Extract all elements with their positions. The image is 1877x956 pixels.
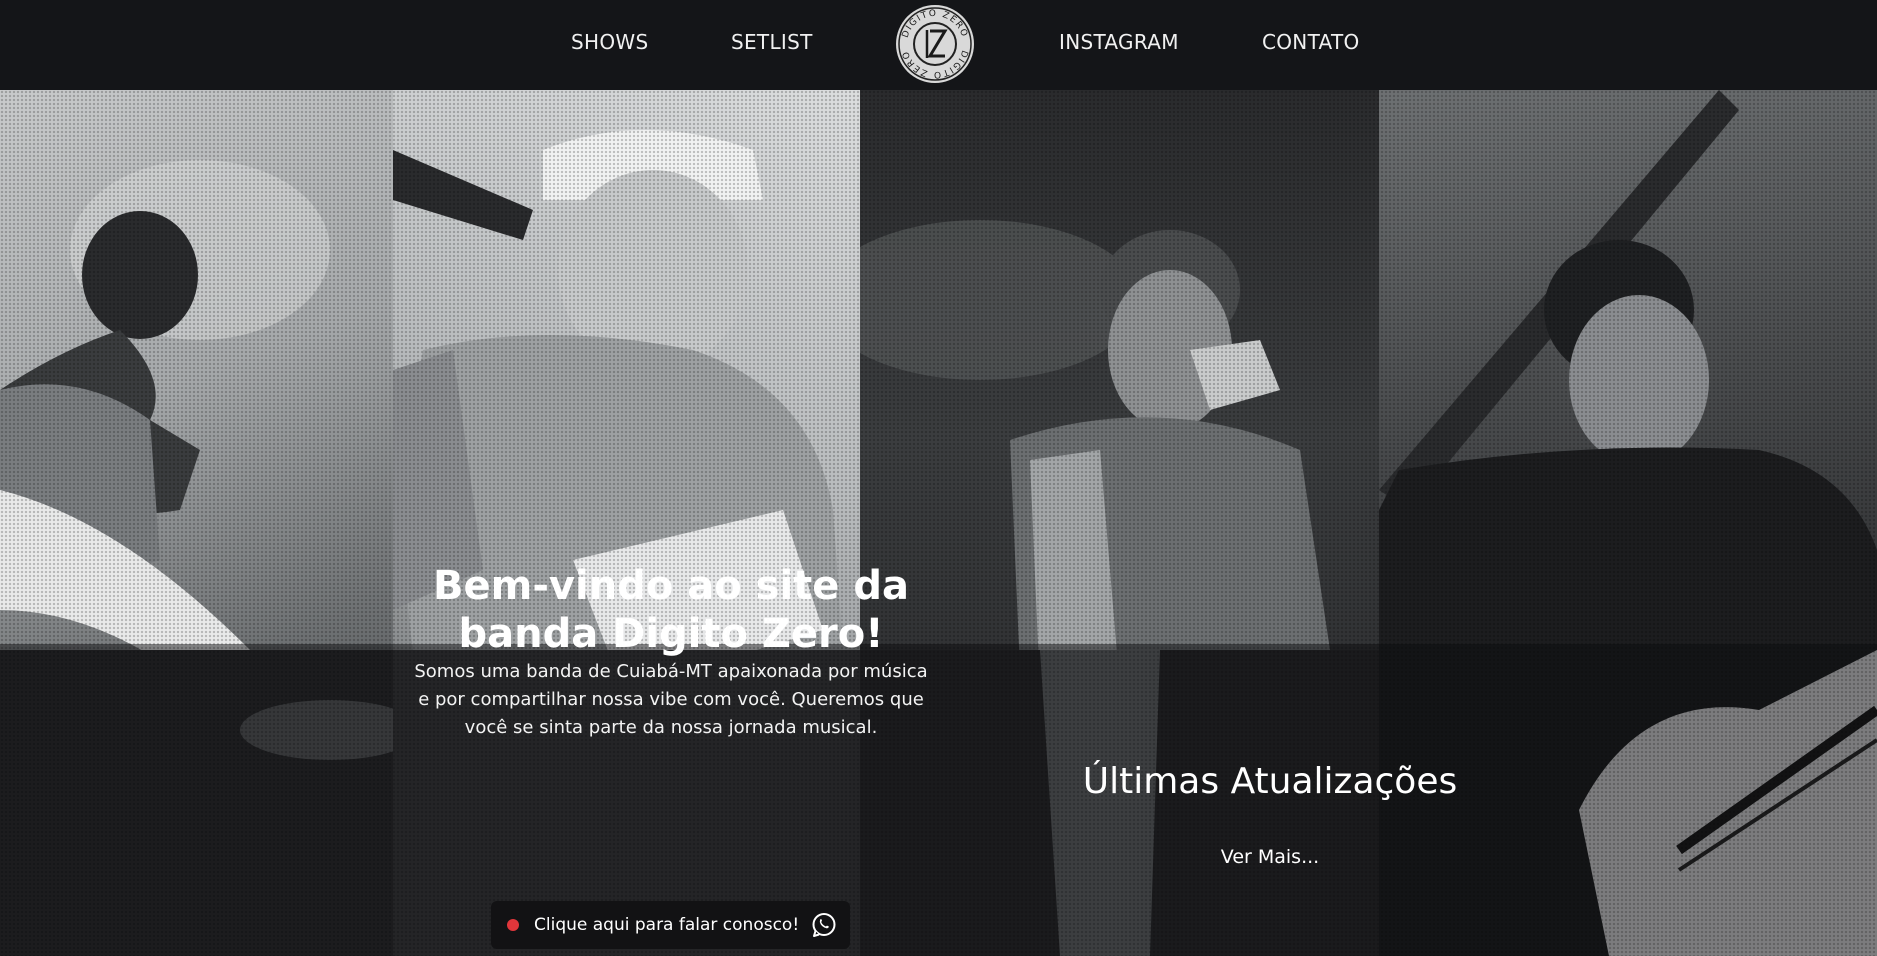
band-photo-guitarist-cap — [393, 90, 860, 956]
whatsapp-icon — [810, 911, 838, 939]
top-navbar: SHOWS SETLIST DIGITO ZERO DIGITO ZERO IN… — [0, 0, 1877, 90]
band-photo-drummer — [0, 90, 393, 956]
hero-section — [0, 90, 1877, 956]
welcome-heading: Bem-vindo ao site da banda Digito Zero! — [433, 563, 909, 657]
contact-button-label: Clique aqui para falar conosco! — [534, 915, 800, 935]
nav-link-shows[interactable]: SHOWS — [571, 30, 648, 54]
welcome-description: Somos uma banda de Cuiabá-MT apaixonada … — [414, 661, 928, 738]
band-photo-singer — [860, 90, 1379, 956]
nav-link-setlist[interactable]: SETLIST — [731, 30, 813, 54]
nav-link-contato[interactable]: CONTATO — [1262, 30, 1360, 54]
nav-link-instagram[interactable]: INSTAGRAM — [1059, 30, 1179, 54]
online-status-dot — [507, 919, 519, 931]
whatsapp-contact-button[interactable]: Clique aqui para falar conosco! — [491, 901, 850, 949]
updates-heading: Últimas Atualizações — [1082, 761, 1458, 802]
band-logo-icon: DIGITO ZERO DIGITO ZERO — [896, 5, 974, 83]
band-logo[interactable]: DIGITO ZERO DIGITO ZERO — [894, 3, 976, 85]
band-photo-guitarist — [1379, 90, 1877, 956]
see-more-link[interactable]: Ver Mais... — [1170, 846, 1370, 868]
